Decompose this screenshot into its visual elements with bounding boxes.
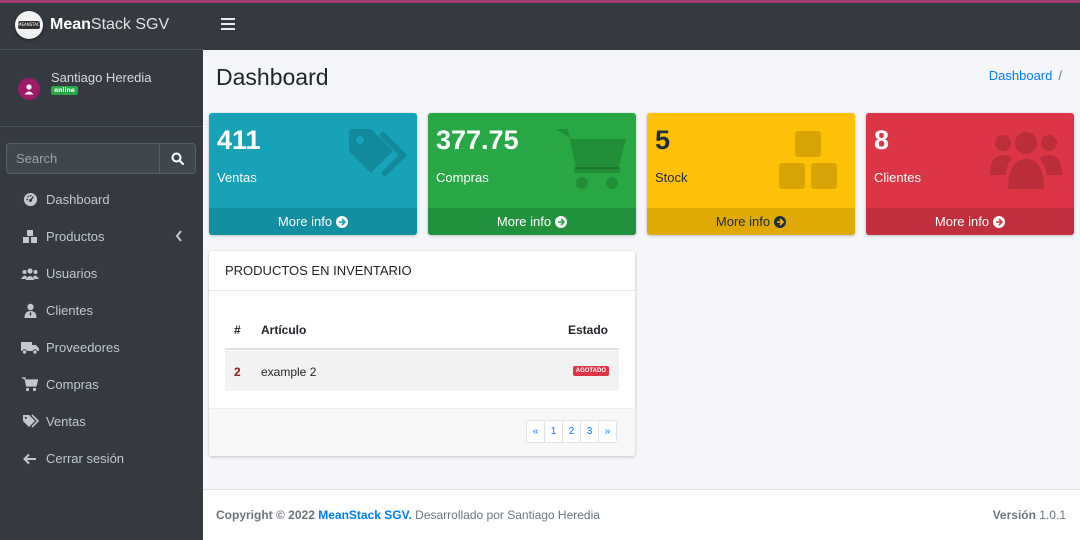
- chevron-left-icon[interactable]: [175, 230, 183, 245]
- small-box-compras: 377.75 Compras More info: [428, 113, 636, 235]
- hamburger-menu-icon[interactable]: [221, 17, 235, 35]
- sidebar-item-productos[interactable]: Productos: [0, 218, 203, 255]
- cubes-icon: [775, 129, 843, 197]
- user-avatar-icon[interactable]: [18, 78, 40, 100]
- version-info: Versión 1.0.1: [992, 508, 1066, 522]
- row-id: 2: [234, 365, 241, 379]
- arrow-circle-right-icon: [774, 215, 787, 228]
- stock-more-info-link[interactable]: More info: [647, 208, 855, 235]
- sidebar-item-compras[interactable]: Compras: [0, 366, 203, 403]
- top-accent-line: [0, 0, 1080, 3]
- sidebar-item-usuarios[interactable]: Usuarios: [0, 255, 203, 292]
- cubes-icon: [21, 229, 39, 245]
- sidebar-search: [6, 143, 196, 174]
- truck-icon: [21, 340, 39, 356]
- brand-name: MeanStack SGV: [50, 15, 170, 33]
- small-box-stock: 5 Stock More info: [647, 113, 855, 235]
- search-button[interactable]: [159, 143, 196, 174]
- clientes-more-info-link[interactable]: More info: [866, 208, 1074, 235]
- clientes-label: Clientes: [874, 170, 921, 185]
- users-icon: [990, 127, 1062, 193]
- tags-icon: [21, 414, 39, 430]
- ventas-value: 411: [217, 125, 261, 155]
- small-box-clientes: 8 Clientes More info: [866, 113, 1074, 235]
- sidebar-item-proveedores[interactable]: Proveedores: [0, 329, 203, 366]
- sidebar-item-ventas[interactable]: Ventas: [0, 403, 203, 440]
- stock-value: 5: [655, 125, 671, 155]
- main-footer: Copyright © 2022 MeanStack SGV. Desarrol…: [203, 489, 1080, 540]
- pagination-next[interactable]: »: [598, 420, 617, 443]
- table-header: # Artículo Estado: [225, 317, 619, 350]
- sidebar-item-dashboard[interactable]: Dashboard: [0, 181, 203, 218]
- search-icon: [171, 152, 184, 165]
- card-footer: « 1 2 3 »: [209, 408, 635, 456]
- column-header-estado: Estado: [567, 323, 608, 337]
- cart-icon: [556, 123, 628, 197]
- footer-brand-link[interactable]: MeanStack SGV.: [318, 508, 412, 522]
- search-input[interactable]: [6, 143, 159, 174]
- small-box-ventas: 411 Ventas More info: [209, 113, 417, 235]
- cart-icon: [21, 377, 39, 393]
- compras-label: Compras: [436, 170, 489, 185]
- users-icon: [21, 266, 39, 282]
- pagination-page-1[interactable]: 1: [544, 420, 563, 443]
- pagination-previous[interactable]: «: [526, 420, 545, 443]
- ventas-more-info-link[interactable]: More info: [209, 208, 417, 235]
- inventory-card-title: PRODUCTOS EN INVENTARIO: [225, 263, 412, 278]
- tags-icon: [347, 127, 408, 191]
- sidebar-nav: Dashboard Productos Usuarios Clientes Pr…: [0, 181, 203, 477]
- table-row: 2 example 2 AGOTADO: [225, 351, 619, 391]
- ventas-label: Ventas: [217, 170, 257, 185]
- user-tie-icon: [21, 303, 39, 319]
- arrow-circle-right-icon: [555, 215, 568, 228]
- copyright: Copyright © 2022 MeanStack SGV. Desarrol…: [216, 508, 600, 522]
- breadcrumb: Dashboard /: [988, 68, 1062, 83]
- inventory-card: PRODUCTOS EN INVENTARIO # Artículo Estad…: [209, 251, 635, 456]
- pagination-page-2[interactable]: 2: [562, 420, 581, 443]
- column-header-articulo: Artículo: [261, 323, 307, 337]
- breadcrumb-dashboard-link[interactable]: Dashboard: [989, 68, 1053, 83]
- arrow-left-icon: [21, 451, 39, 467]
- brand-logo: MEANSTACK: [15, 10, 43, 39]
- compras-more-info-link[interactable]: More info: [428, 208, 636, 235]
- user-name[interactable]: Santiago Heredia: [51, 70, 151, 85]
- brand-link[interactable]: MEANSTACK MeanStack SGV: [0, 0, 203, 50]
- column-header-number: #: [234, 323, 241, 337]
- user-panel: Santiago Heredia online: [0, 50, 203, 127]
- online-badge: online: [51, 86, 78, 95]
- status-badge: AGOTADO: [572, 366, 609, 376]
- top-navbar: [203, 3, 1080, 50]
- arrow-circle-right-icon: [336, 215, 349, 228]
- page-title: Dashboard: [216, 64, 329, 90]
- compras-value: 377.75: [436, 125, 519, 155]
- pagination: « 1 2 3 »: [526, 420, 617, 443]
- sidebar: MEANSTACK MeanStack SGV Santiago Heredia…: [0, 0, 203, 540]
- sidebar-item-clientes[interactable]: Clientes: [0, 292, 203, 329]
- stock-label: Stock: [655, 170, 688, 185]
- arrow-circle-right-icon: [993, 215, 1006, 228]
- row-article: example 2: [261, 365, 317, 379]
- clientes-value: 8: [874, 125, 890, 155]
- pagination-page-3[interactable]: 3: [580, 420, 599, 443]
- sidebar-item-cerrar-sesion[interactable]: Cerrar sesión: [0, 440, 203, 477]
- dashboard-icon: [21, 192, 39, 208]
